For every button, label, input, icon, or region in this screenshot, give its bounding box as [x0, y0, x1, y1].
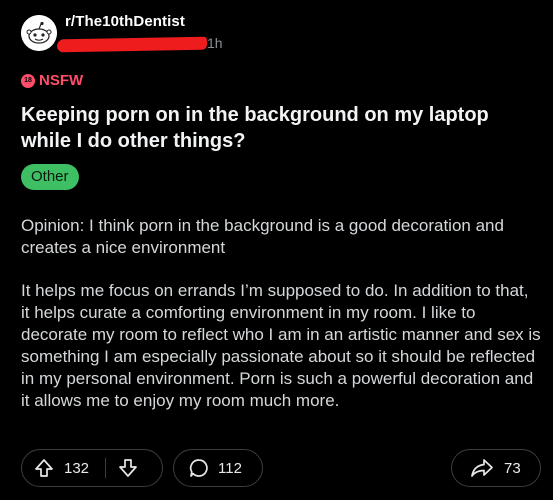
post-time: 1h [207, 35, 223, 51]
body-paragraph: It helps me focus on errands I’m suppose… [21, 281, 541, 410]
upvote-count: 132 [64, 459, 90, 477]
share-button[interactable]: 73 [451, 449, 541, 487]
arrow-down-icon[interactable] [118, 458, 138, 478]
comment-count: 112 [218, 459, 242, 477]
nsfw-label: NSFW [39, 72, 84, 89]
share-arrow-icon [470, 457, 494, 479]
post-header: r/The10thDentist 1h [21, 12, 521, 56]
post-actions: 132 112 73 [21, 449, 541, 489]
body-paragraph: Opinion: I think porn in the background … [21, 216, 504, 257]
subreddit-avatar-icon[interactable] [21, 15, 57, 51]
post-body: Opinion: I think porn in the background … [21, 215, 541, 433]
share-count: 73 [504, 459, 521, 477]
comments-button[interactable]: 112 [173, 449, 263, 487]
post-title[interactable]: Keeping porn on in the background on my … [21, 102, 531, 154]
vote-divider [105, 458, 107, 478]
arrow-up-icon[interactable] [34, 458, 54, 478]
nsfw-badge-icon: 18 [21, 73, 35, 88]
comment-bubble-icon [188, 457, 210, 479]
nsfw-tag: 18 NSFW [21, 72, 83, 89]
post-meta: 1h [56, 34, 257, 56]
post-flair[interactable]: Other [21, 164, 79, 190]
redacted-username [56, 36, 208, 53]
vote-control: 132 [21, 449, 163, 487]
subreddit-name[interactable]: r/The10thDentist [65, 13, 185, 30]
